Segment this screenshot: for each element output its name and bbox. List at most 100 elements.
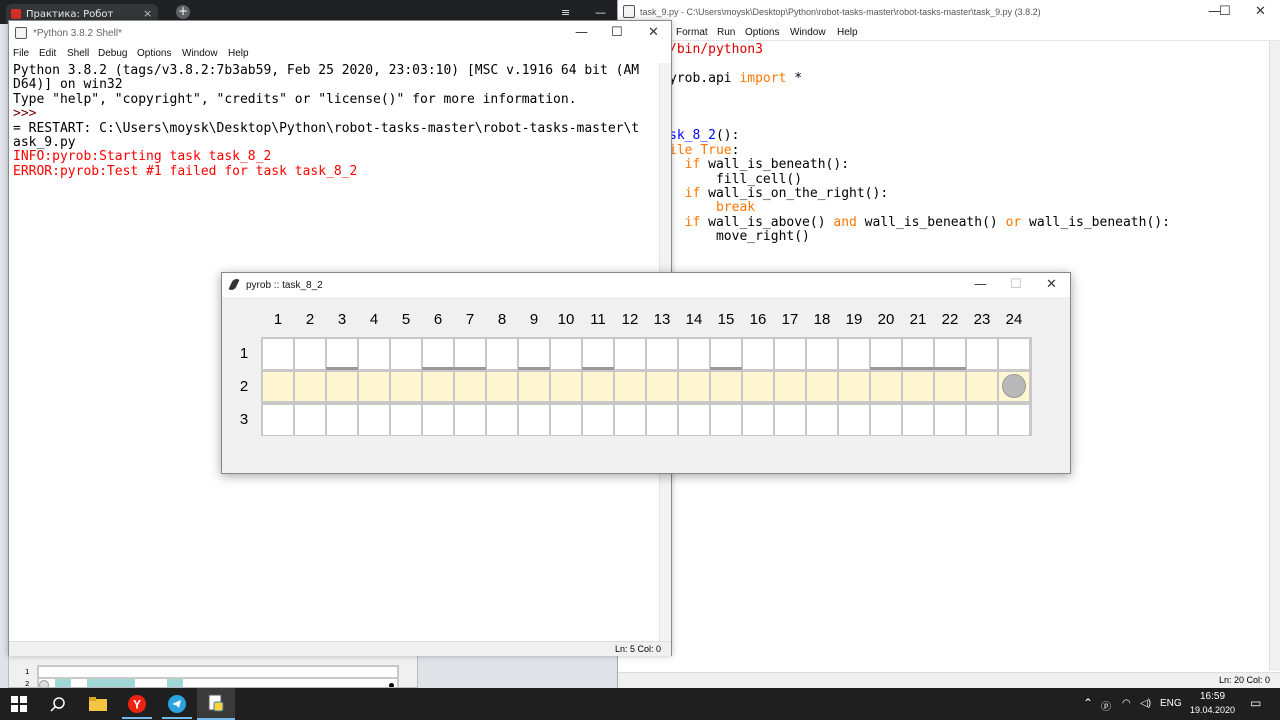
menu-help[interactable]: Help	[228, 48, 249, 59]
shell-line: Python 3.8.2 (tags/v3.8.2:7b3ab59, Feb 2…	[13, 63, 640, 78]
pyrob-titlebar: pyrob :: task_8_2 — ☐ ✕	[222, 273, 1070, 297]
wall-segment	[326, 367, 358, 370]
idle-file-icon	[623, 5, 635, 18]
preview-board	[37, 665, 399, 687]
field-cell	[359, 339, 389, 369]
menu-format[interactable]: Format	[676, 27, 708, 38]
preview-row-label: 2	[25, 680, 30, 688]
field-cell	[455, 339, 485, 369]
menu-run[interactable]: Run	[717, 27, 735, 38]
field-cell	[775, 372, 805, 401]
code-token: True	[700, 142, 732, 158]
column-number: 8	[497, 311, 507, 328]
clock-date[interactable]: 19.04.2020	[1190, 705, 1235, 715]
notification-icon[interactable]: ▭	[1250, 696, 1261, 710]
menu-shell[interactable]: Shell	[67, 48, 89, 59]
yandex-browser-icon[interactable]: Y	[118, 688, 156, 720]
search-icon[interactable]	[39, 688, 77, 720]
language-indicator[interactable]: ENG	[1160, 698, 1182, 709]
shell-cursor-position: Ln: 5 Col: 0	[615, 644, 662, 654]
row-number: 3	[239, 411, 249, 428]
pyrob-minimize-button[interactable]: —	[974, 277, 987, 292]
browser-minimize-button[interactable]: —	[595, 6, 606, 19]
field-cell	[391, 405, 421, 435]
code-line: fill_cell()	[669, 171, 803, 187]
field-cell	[551, 405, 581, 435]
code-token: wall_is_on_the_right():	[700, 186, 889, 201]
column-number: 11	[590, 311, 606, 328]
field-cell	[327, 339, 357, 369]
field-cell	[519, 372, 549, 401]
code-line: sk_8_2():	[669, 129, 739, 143]
field-cell	[295, 372, 325, 401]
menu-window[interactable]: Window	[790, 27, 826, 38]
shell-minimize-button[interactable]: —	[575, 25, 588, 40]
editor-title: task_9.py - C:\Users\moysk\Desktop\Pytho…	[640, 7, 1041, 17]
field-cell	[263, 339, 293, 369]
shell-line: D64)] on win32	[13, 77, 123, 93]
field-cell	[679, 339, 709, 369]
menu-file[interactable]: File	[13, 48, 29, 59]
code-token: import	[739, 70, 787, 86]
shell-maximize-button[interactable]: ☐	[611, 25, 623, 40]
editor-maximize-button[interactable]: ☐	[1219, 4, 1231, 19]
column-number: 17	[781, 311, 799, 328]
new-tab-button[interactable]: +	[176, 5, 190, 19]
menu-debug[interactable]: Debug	[98, 48, 127, 59]
code-token: or	[1005, 214, 1022, 230]
code-token: sk_8_2	[669, 128, 716, 144]
volume-icon[interactable]: ◁)	[1140, 698, 1151, 709]
menu-help[interactable]: Help	[837, 27, 858, 38]
field-cell	[807, 405, 837, 435]
windows-logo-icon[interactable]	[0, 688, 38, 720]
code-token: fill_cell()	[669, 171, 803, 187]
field-cell	[935, 372, 965, 401]
tray-chevron-icon[interactable]: ⌃	[1083, 696, 1093, 710]
close-tab-icon[interactable]: ×	[143, 7, 152, 20]
column-number: 15	[717, 311, 735, 328]
menu-window[interactable]: Window	[182, 48, 218, 59]
field-cell	[583, 339, 613, 369]
field-cell	[327, 405, 357, 435]
column-number: 12	[621, 311, 639, 328]
wall-segment	[870, 367, 902, 370]
code-token: if	[684, 214, 701, 230]
editor-statusbar: Ln: 20 Col: 0	[618, 672, 1280, 688]
column-number: 16	[749, 311, 767, 328]
wall-segment	[582, 367, 614, 370]
field-cell	[519, 405, 549, 435]
menu-edit[interactable]: Edit	[39, 48, 56, 59]
code-token: wall_is_beneath()	[856, 214, 1006, 230]
wall-segment	[710, 367, 742, 370]
shell-line: ERROR:pyrob:Test #1 failed for task task…	[13, 163, 358, 179]
preview-filled-cell	[55, 679, 71, 687]
clock-time[interactable]: 16:59	[1200, 691, 1225, 702]
wifi-icon[interactable]: ◠	[1122, 698, 1131, 709]
editor-scrollbar[interactable]	[1269, 41, 1280, 671]
folder-icon[interactable]	[79, 688, 117, 720]
column-number: 19	[845, 311, 863, 328]
browser-menu-icon[interactable]: ≡	[561, 6, 570, 19]
pyrob-close-button[interactable]: ✕	[1046, 277, 1057, 292]
shell-close-button[interactable]: ✕	[648, 25, 659, 40]
column-number: 20	[877, 311, 895, 328]
field-cell	[519, 339, 549, 369]
code-line: if wall_is_on_the_right():	[669, 186, 889, 201]
field-cell	[711, 372, 741, 401]
telegram-icon[interactable]	[158, 688, 196, 720]
column-number: 7	[465, 311, 475, 328]
field-cell	[871, 339, 901, 369]
menu-options[interactable]: Options	[137, 48, 171, 59]
field-cell	[839, 339, 869, 369]
tray-input-icon[interactable]: ⓟ	[1101, 698, 1111, 713]
idle-shell-icon	[15, 27, 27, 39]
field-cell	[551, 372, 581, 401]
code-token: break	[715, 200, 756, 216]
field-cell	[423, 339, 453, 369]
field-cell	[807, 339, 837, 369]
python-idle-icon[interactable]	[197, 688, 235, 720]
shell-line: >>>	[13, 106, 45, 122]
menu-options[interactable]: Options	[745, 27, 779, 38]
editor-close-button[interactable]: ✕	[1255, 4, 1266, 19]
